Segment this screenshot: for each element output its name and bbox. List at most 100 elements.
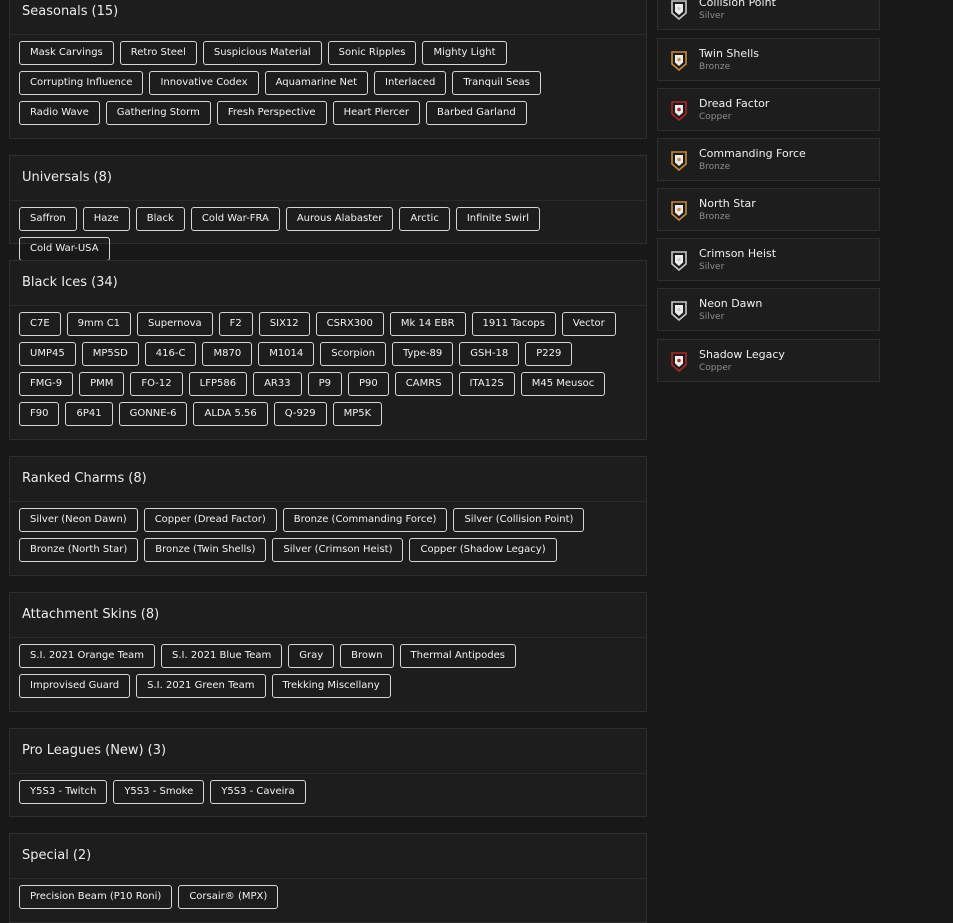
chip-button[interactable]: Interlaced [374, 71, 447, 95]
chip-button[interactable]: Y5S3 - Smoke [113, 780, 205, 804]
chip-button[interactable]: Copper (Dread Factor) [143, 508, 277, 532]
chip-button[interactable]: Bronze (North Star) [19, 538, 139, 562]
charm-name: Commanding Force [699, 147, 806, 160]
sidebar-charm-item[interactable]: Neon Dawn Silver [657, 288, 880, 331]
chip-button[interactable]: Mighty Light [422, 41, 507, 65]
chip-button[interactable]: AR33 [253, 372, 302, 396]
chip-button[interactable]: P90 [348, 372, 389, 396]
chip-button[interactable]: Brown [340, 644, 394, 668]
chip-button[interactable]: MP5K [332, 402, 383, 426]
chip-button[interactable]: Mk 14 EBR [389, 312, 466, 336]
chip-button[interactable]: GSH-18 [459, 342, 520, 366]
section-title: Seasonals (15) [10, 0, 646, 35]
chip-button[interactable]: Infinite Swirl [455, 207, 540, 231]
chip-list: Precision Beam (P10 Roni) Corsair® (MPX) [10, 879, 630, 917]
chip-button[interactable]: F2 [218, 312, 253, 336]
chip-button[interactable]: Cold War-FRA [190, 207, 280, 231]
chip-button[interactable]: Gray [288, 644, 335, 668]
chip-button[interactable]: Saffron [19, 207, 77, 231]
sidebar-charm-item[interactable]: Crimson Heist Silver [657, 238, 880, 281]
sidebar-charm-item[interactable]: North Star Bronze [657, 188, 880, 231]
chip-button[interactable]: S.I. 2021 Orange Team [19, 644, 156, 668]
chip-button[interactable]: Improvised Guard [19, 674, 131, 698]
charm-tier: Silver [699, 262, 725, 272]
chip-button[interactable]: Suspicious Material [202, 41, 322, 65]
chip-button[interactable]: Tranquil Seas [452, 71, 541, 95]
chip-button[interactable]: PMM [79, 372, 125, 396]
chip-button[interactable]: FMG-9 [19, 372, 74, 396]
chip-button[interactable]: Radio Wave [19, 101, 100, 125]
chip-button[interactable]: Precision Beam (P10 Roni) [19, 885, 173, 909]
chip-button[interactable]: Copper (Shadow Legacy) [409, 538, 557, 562]
chip-button[interactable]: Retro Steel [119, 41, 197, 65]
chip-button[interactable]: SIX12 [258, 312, 310, 336]
chip-button[interactable]: F90 [19, 402, 60, 426]
chip-button[interactable]: C7E [19, 312, 61, 336]
chip-list: S.I. 2021 Orange Team S.I. 2021 Blue Team… [10, 638, 630, 706]
chip-button[interactable]: Scorpion [320, 342, 386, 366]
silver-charm-icon [670, 251, 688, 272]
chip-button[interactable]: CSRX300 [315, 312, 384, 336]
chip-button[interactable]: Heart Piercer [332, 101, 420, 125]
chip-button[interactable]: CAMRS [394, 372, 453, 396]
chip-button[interactable]: Silver (Collision Point) [453, 508, 585, 532]
sidebar-charm-item[interactable]: Twin Shells Bronze [657, 38, 880, 81]
chip-button[interactable]: Fresh Perspective [216, 101, 327, 125]
chip-button[interactable]: Sonic Ripples [327, 41, 417, 65]
chip-button[interactable]: Cold War-USA [19, 237, 110, 261]
chip-button[interactable]: Type-89 [391, 342, 454, 366]
chip-button[interactable]: Thermal Antipodes [399, 644, 516, 668]
sidebar-charm-item[interactable]: Collision Point Silver [657, 0, 880, 30]
chip-button[interactable]: Barbed Garland [425, 101, 527, 125]
chip-button[interactable]: S.I. 2021 Green Team [136, 674, 266, 698]
chip-button[interactable]: M45 Meusoc [520, 372, 606, 396]
section-title: Ranked Charms (8) [10, 457, 646, 502]
chip-button[interactable]: ALDA 5.56 [193, 402, 268, 426]
section-attachment-skins: Attachment Skins (8) S.I. 2021 Orange Tea… [9, 592, 647, 712]
chip-button[interactable]: Supernova [137, 312, 213, 336]
chip-button[interactable]: ITA12S [458, 372, 515, 396]
sidebar-charm-item[interactable]: Dread Factor Copper [657, 88, 880, 131]
chip-button[interactable]: FO-12 [130, 372, 183, 396]
chip-button[interactable]: Mask Carvings [19, 41, 114, 65]
chip-button[interactable]: 6P41 [65, 402, 113, 426]
chip-button[interactable]: 9mm C1 [66, 312, 132, 336]
chip-button[interactable]: Q-929 [273, 402, 327, 426]
chip-button[interactable]: Y5S3 - Twitch [19, 780, 108, 804]
charm-name: Shadow Legacy [699, 348, 785, 361]
chip-button[interactable]: MP5SD [81, 342, 139, 366]
chip-button[interactable]: M870 [202, 342, 253, 366]
chip-button[interactable]: Bronze (Commanding Force) [282, 508, 448, 532]
chip-button[interactable]: Silver (Crimson Heist) [272, 538, 404, 562]
chip-button[interactable]: Y5S3 - Caveira [210, 780, 306, 804]
chip-button[interactable]: P9 [307, 372, 343, 396]
chip-button[interactable]: P229 [525, 342, 573, 366]
chip-button[interactable]: 416-C [144, 342, 197, 366]
chip-button[interactable]: Silver (Neon Dawn) [19, 508, 138, 532]
chip-button[interactable]: Arctic [399, 207, 450, 231]
chip-button[interactable]: Haze [82, 207, 130, 231]
chip-button[interactable]: Aurous Alabaster [285, 207, 394, 231]
chip-button[interactable]: UMP45 [19, 342, 76, 366]
bronze-charm-icon [670, 151, 688, 172]
chip-button[interactable]: Vector [561, 312, 616, 336]
chip-button[interactable]: Bronze (Twin Shells) [144, 538, 267, 562]
chip-button[interactable]: 1911 Tacops [471, 312, 556, 336]
chip-button[interactable]: Trekking Miscellany [271, 674, 391, 698]
charm-tier: Silver [699, 11, 725, 21]
chip-button[interactable]: Aquamarine Net [264, 71, 369, 95]
chip-button[interactable]: Innovative Codex [149, 71, 259, 95]
charm-name: Crimson Heist [699, 247, 777, 260]
sidebar-charm-item[interactable]: Commanding Force Bronze [657, 138, 880, 181]
chip-button[interactable]: Black [135, 207, 185, 231]
chip-button[interactable]: GONNE-6 [118, 402, 188, 426]
chip-button[interactable]: M1014 [258, 342, 315, 366]
chip-button[interactable]: Gathering Storm [105, 101, 211, 125]
chip-button[interactable]: LFP586 [188, 372, 248, 396]
chip-button[interactable]: Corsair® (MPX) [178, 885, 279, 909]
silver-charm-icon [670, 0, 688, 21]
chip-button[interactable]: Corrupting Influence [19, 71, 144, 95]
sidebar-charm-item[interactable]: Shadow Legacy Copper [657, 339, 880, 382]
chip-button[interactable]: S.I. 2021 Blue Team [161, 644, 283, 668]
chip-list: Mask Carvings Retro Steel Suspicious Mater… [10, 35, 630, 133]
